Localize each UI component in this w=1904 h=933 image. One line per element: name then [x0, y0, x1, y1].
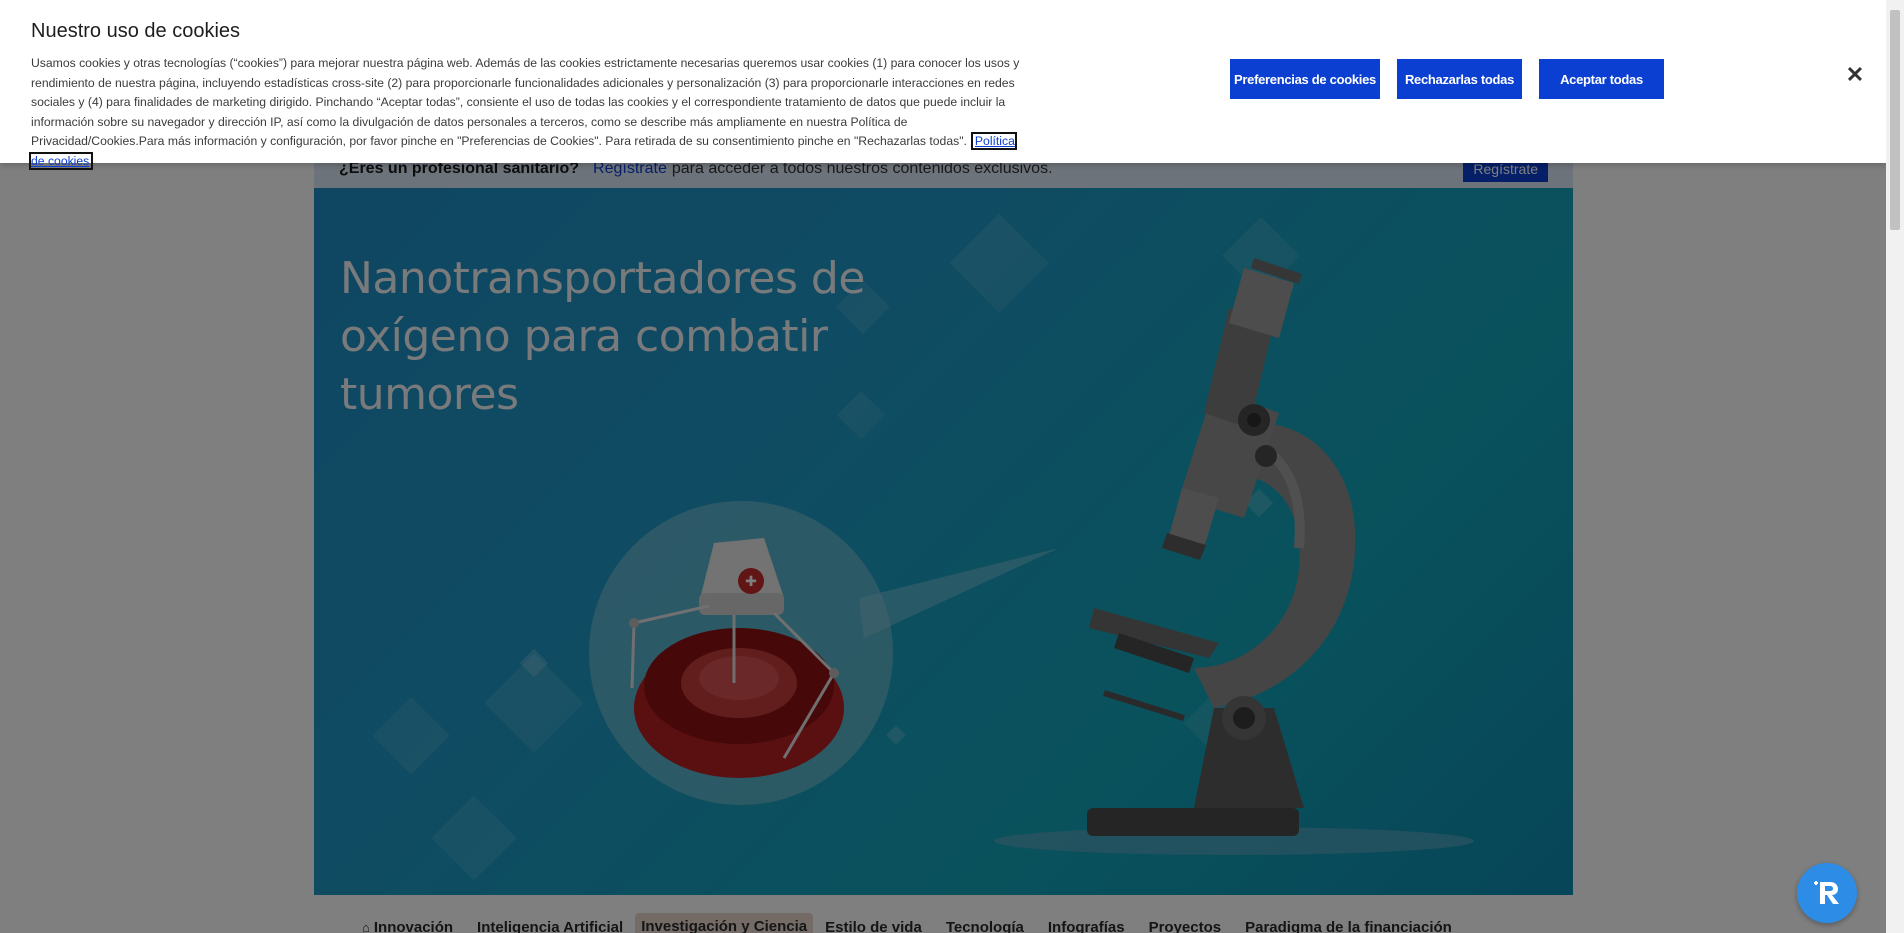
nav-item-paradigma-financiacion[interactable]: Paradigma de la financiación [1233, 913, 1464, 933]
close-icon[interactable]: ✕ [1844, 64, 1866, 86]
cookie-title: Nuestro uso de cookies [31, 20, 241, 42]
home-icon: ⌂ [362, 920, 370, 933]
cookie-description: Usamos cookies y otras tecnologías (“coo… [29, 54, 1021, 172]
scrollbar-thumb[interactable] [1890, 10, 1900, 230]
nav-item-investigacion-y-ciencia[interactable]: Investigación y Ciencia [635, 913, 814, 933]
nav-item-label: Innovación [373, 919, 454, 933]
hero-banner: ✚ Nanotransportadores de oxígeno para co… [314, 188, 1573, 895]
svg-text:✚: ✚ [745, 574, 757, 590]
hero-title: Nanotransportadores de oxígeno para comb… [340, 253, 865, 420]
cookie-banner: Nuestro uso de cookies Usamos cookies y … [0, 0, 1886, 170]
nav-item-estilo-de-vida[interactable]: Estilo de vida [813, 913, 934, 933]
nav-item-proyectos[interactable]: Proyectos [1137, 913, 1234, 933]
nav-item-tecnologia[interactable]: Tecnología [934, 913, 1036, 933]
category-nav: ⌂ Innovación Inteligencia Artificial Inve… [314, 913, 1573, 933]
accept-all-button[interactable]: Aceptar todas [1539, 59, 1664, 99]
nav-item-infografias[interactable]: Infografías [1036, 913, 1137, 933]
nav-item-innovacion[interactable]: ⌂ Innovación [350, 913, 465, 933]
nav-item-inteligencia-artificial[interactable]: Inteligencia Artificial [465, 913, 635, 933]
reject-all-button[interactable]: Rechazarlas todas [1397, 59, 1522, 99]
cookie-description-text: Usamos cookies y otras tecnologías (“coo… [31, 56, 1020, 149]
chat-assistant-icon [1814, 881, 1839, 904]
chat-assistant-button[interactable] [1797, 863, 1857, 923]
cookie-preferences-button[interactable]: Preferencias de cookies [1230, 59, 1380, 99]
page-scrollbar[interactable] [1886, 0, 1904, 933]
